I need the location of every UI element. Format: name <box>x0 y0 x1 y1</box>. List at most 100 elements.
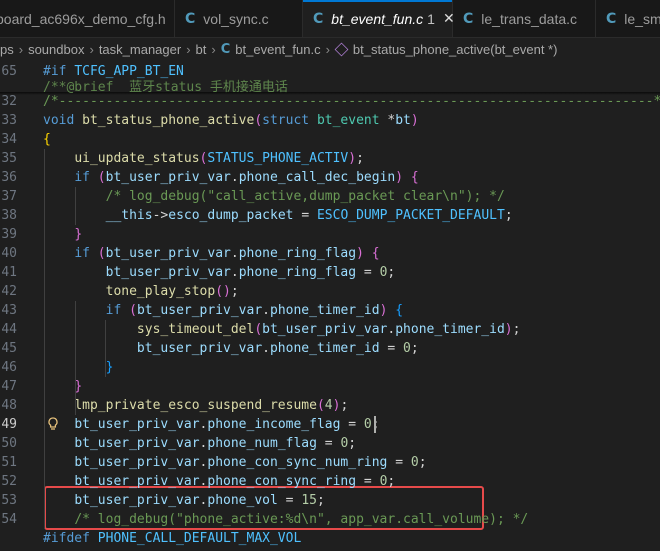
indent-guide <box>44 149 45 529</box>
code-line: 49 bt_user_priv_var.phone_income_flag = … <box>0 415 660 434</box>
c-file-icon: C <box>463 11 474 27</box>
line-number-text: 43 <box>1 303 17 318</box>
code-line: 36 if (bt_user_priv_var.phone_call_dec_b… <box>0 168 660 187</box>
line-number-text: 65 <box>1 64 17 79</box>
line-number: 49 <box>0 415 17 434</box>
code-text: tone_play_stop(); <box>105 284 239 299</box>
line-number: 41 <box>0 263 17 282</box>
code-text: bt_user_priv_var.phone_income_flag = 0; <box>74 417 379 432</box>
code-line: 48 lmp_private_esco_suspend_resume(4); <box>0 396 660 415</box>
code-text: bt_user_priv_var.phone_timer_id = 0; <box>136 341 419 356</box>
code-text: } <box>105 360 114 375</box>
line-number: 45 <box>0 339 17 358</box>
c-file-icon: C <box>185 11 196 27</box>
line-number: 42 <box>0 282 17 301</box>
line-number: 54 <box>0 510 17 529</box>
code-text: ui_update_status(STATUS_PHONE_ACTIV); <box>74 151 364 166</box>
code-text: __this->esco_dump_packet = ESCO_DUMP_PAC… <box>105 208 513 223</box>
line-number-text: 49 <box>1 417 17 432</box>
code-text: } <box>74 227 83 242</box>
tab-label: board_ac696x_demo_cfg.h <box>0 11 166 27</box>
chevron-right-icon: › <box>18 41 24 57</box>
code-line: 43 if (bt_user_priv_var.phone_timer_id) … <box>0 301 660 320</box>
chevron-right-icon: › <box>211 41 216 57</box>
line-number: 32 <box>0 92 17 111</box>
line-number: 39 <box>0 225 17 244</box>
code-line: 54 /* log_debug("phone_active:%d\n", app… <box>0 510 660 529</box>
line-number: 47 <box>0 377 17 396</box>
breadcrumb-symbol[interactable]: bt_status_phone_active(bt_event *) <box>353 42 558 57</box>
c-file-icon: C <box>606 11 617 27</box>
breadcrumb-file[interactable]: bt_event_fun.c <box>235 42 320 57</box>
code-text: void bt_status_phone_active(struct bt_ev… <box>43 113 419 128</box>
code-line: #ifdef PHONE_CALL_DEFAULT_MAX_VOL <box>0 529 660 548</box>
tab-label: bt_event_fun.c <box>331 11 424 27</box>
tab-label: vol_sync.c <box>203 11 269 27</box>
code-line: 47 } <box>0 377 660 396</box>
code-text: /* log_debug("call_active,dump_packet cl… <box>105 189 505 204</box>
indent-guide <box>105 320 106 377</box>
tab-le-sma[interactable]: Cle_sma <box>596 0 660 37</box>
lightbulb-icon[interactable] <box>47 415 59 434</box>
line-number-text: 40 <box>1 246 17 261</box>
line-number: 34 <box>0 130 17 149</box>
line-number: 33 <box>0 111 17 130</box>
code-line: 50 bt_user_priv_var.phone_num_flag = 0; <box>0 434 660 453</box>
code-line: 34 { <box>0 130 660 149</box>
code-text: { <box>43 132 51 147</box>
tab-vol-sync-c[interactable]: Cvol_sync.c <box>175 0 303 37</box>
breadcrumb: ps › soundbox › task_manager › bt › Cbt_event_fu… <box>0 38 660 60</box>
chevron-right-icon: › <box>186 41 191 57</box>
code-text: bt_user_priv_var.phone_con_sync_ring = 0… <box>74 474 396 489</box>
line-number: 48 <box>0 396 17 415</box>
line-number-text: 32 <box>1 94 17 109</box>
code-line: 45 bt_user_priv_var.phone_timer_id = 0; <box>0 339 660 358</box>
indent-guide <box>75 187 76 225</box>
code-text: sys_timeout_del(bt_user_priv_var.phone_t… <box>136 322 521 337</box>
tab-board-ac696x-demo-cfg-h[interactable]: board_ac696x_demo_cfg.h <box>0 0 175 37</box>
line-number-text: 45 <box>1 341 17 356</box>
line-number: 38 <box>0 206 17 225</box>
line-number-text: 51 <box>1 455 17 470</box>
code-text: if (bt_user_priv_var.phone_call_dec_begi… <box>74 170 419 185</box>
breadcrumb-item-soundbox[interactable]: soundbox <box>28 42 84 57</box>
tab-le-trans-data-c[interactable]: Cle_trans_data.c <box>453 0 596 37</box>
line-number: 43 <box>0 301 17 320</box>
code-line: 42 tone_play_stop(); <box>0 282 660 301</box>
code-line: 35 ui_update_status(STATUS_PHONE_ACTIV); <box>0 149 660 168</box>
line-number: 35 <box>0 149 17 168</box>
breadcrumb-item-task-manager[interactable]: task_manager <box>99 42 181 57</box>
chevron-right-icon: › <box>89 41 94 57</box>
code-text: if (bt_user_priv_var.phone_timer_id) { <box>105 303 404 318</box>
chevron-right-icon: › <box>325 41 330 57</box>
indent-guide <box>75 301 76 415</box>
line-number: 37 <box>0 187 17 206</box>
line-number-text: 54 <box>1 512 17 527</box>
breadcrumb-item-ps[interactable]: ps <box>0 42 14 57</box>
line-number-text: 48 <box>1 398 17 413</box>
code-line: 39 } <box>0 225 660 244</box>
code-text: if (bt_user_priv_var.phone_ring_flag) { <box>74 246 380 261</box>
breadcrumb-item-bt[interactable]: bt <box>196 42 207 57</box>
line-number: 51 <box>0 453 17 472</box>
tab-label: le_trans_data.c <box>481 11 578 27</box>
code-line: 41 bt_user_priv_var.phone_ring_flag = 0; <box>0 263 660 282</box>
line-number: 44 <box>0 320 17 339</box>
symbol-method-icon <box>334 42 349 56</box>
tab-bt-event-fun-c[interactable]: Cbt_event_fun.c 1 ✕ <box>303 0 455 37</box>
line-number-text: 41 <box>1 265 17 280</box>
c-file-icon: C <box>220 41 231 57</box>
code-line: 53 bt_user_priv_var.phone_vol = 15; <box>0 491 660 510</box>
line-number-text: 42 <box>1 284 17 299</box>
code-editor[interactable]: 65 #if TCFG_APP_BT_EN/**@brief 蓝牙status 手… <box>0 60 660 551</box>
code-text: /*--------------------------------------… <box>43 94 660 109</box>
code-text: bt_user_priv_var.phone_ring_flag = 0; <box>105 265 396 280</box>
line-number-text: 53 <box>1 493 17 508</box>
line-number: 40 <box>0 244 17 263</box>
code-text: #ifdef PHONE_CALL_DEFAULT_MAX_VOL <box>43 531 302 546</box>
code-text: bt_user_priv_var.phone_num_flag = 0; <box>74 436 357 451</box>
line-number-text: 35 <box>1 151 17 166</box>
code-text: lmp_private_esco_suspend_resume(4); <box>74 398 349 413</box>
text-cursor <box>374 416 376 433</box>
editor-tab-bar: board_ac696x_demo_cfg.h Cvol_sync.c Cbt_ev… <box>0 0 660 38</box>
